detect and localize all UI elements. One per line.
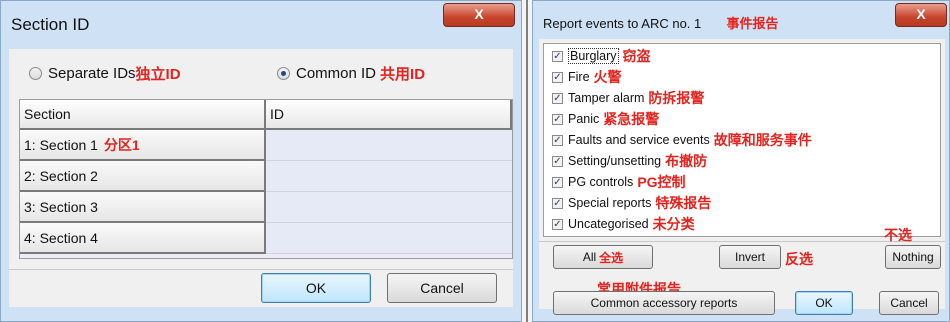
id-cell[interactable] (266, 223, 512, 254)
event-label: Special reports (568, 196, 652, 210)
section-name: 1: Section 1 (24, 136, 98, 153)
nothing-annotation: 不选 (884, 227, 912, 243)
radio-on-icon[interactable] (277, 66, 290, 80)
table-row[interactable]: 2: Section 2 (20, 161, 266, 192)
common-id-radio[interactable]: Common ID 共用ID (277, 63, 425, 83)
dialog-title-annotation: 事件报告 (726, 16, 779, 31)
event-annotation: PG控制 (637, 174, 686, 190)
event-label: Fire (568, 70, 590, 84)
event-annotation: 防拆报警 (648, 90, 705, 106)
section-name: 2: Section 2 (24, 167, 98, 184)
ok-button[interactable]: OK (795, 291, 853, 315)
section-id-table: Section ID 1: Section 1 分区1 2: Section 2… (19, 99, 513, 259)
dialog-client-area: Burglary 窃盗 Fire 火警 Tamper alarm 防拆报警 Pa… (539, 39, 945, 315)
common-reports-label: Common accessory reports (590, 296, 738, 310)
checkbox-checked-icon[interactable] (552, 176, 563, 188)
list-item[interactable]: Special reports 特殊报告 (552, 193, 711, 213)
checkbox-checked-icon[interactable] (552, 92, 563, 104)
id-cell[interactable] (266, 161, 512, 192)
cancel-label: Cancel (890, 296, 928, 310)
ok-button[interactable]: OK (261, 273, 371, 303)
list-item[interactable]: Faults and service events 故障和服务事件 (552, 130, 812, 150)
event-label: Burglary (568, 48, 619, 64)
dialog-title-text: Report events to ARC no. 1 (543, 16, 702, 31)
event-annotation: 特殊报告 (655, 195, 712, 211)
dialog-title: Section ID (11, 15, 90, 34)
list-item[interactable]: Fire 火警 (552, 67, 622, 87)
column-header-section[interactable]: Section (20, 100, 266, 130)
radio-off-icon[interactable] (29, 66, 42, 80)
id-cell[interactable] (266, 130, 512, 161)
event-label: Faults and service events (568, 133, 710, 147)
nothing-label: Nothing (892, 250, 934, 264)
checkbox-checked-icon[interactable] (552, 71, 563, 83)
table-row[interactable]: 3: Section 3 (20, 192, 266, 223)
checkbox-checked-icon[interactable] (552, 113, 563, 125)
checkbox-checked-icon[interactable] (552, 197, 563, 209)
option-annotation: 独立ID (135, 65, 181, 83)
close-icon: X (474, 6, 484, 22)
table-row[interactable]: 4: Section 4 (20, 223, 266, 254)
separate-ids-radio[interactable]: Separate IDs 独立ID (29, 63, 181, 83)
event-annotation: 未分类 (652, 216, 695, 232)
list-item[interactable]: Tamper alarm 防拆报警 (552, 88, 704, 108)
event-label: Uncategorised (568, 217, 649, 231)
divider (9, 269, 513, 270)
event-label: Setting/unsetting (568, 154, 662, 168)
event-annotation: 布撤防 (665, 153, 708, 169)
checkbox-checked-icon[interactable] (552, 134, 563, 146)
option-label: Common ID (296, 64, 377, 82)
event-annotation: 火警 (593, 69, 622, 85)
list-item[interactable]: PG controls PG控制 (552, 172, 686, 192)
event-label: Tamper alarm (568, 91, 645, 105)
event-annotation: 紧急报警 (603, 111, 660, 127)
section-id-dialog: Section ID X Separate IDs 独立ID Common ID… (0, 0, 522, 322)
column-header-id[interactable]: ID (266, 100, 512, 130)
close-button[interactable]: X (443, 3, 515, 27)
table-row[interactable]: 1: Section 1 分区1 (20, 130, 266, 161)
section-name: 4: Section 4 (24, 229, 98, 246)
all-label: All (582, 250, 597, 264)
close-button[interactable]: X (895, 3, 947, 27)
all-button[interactable]: All 全选 (553, 245, 653, 269)
window-gap (522, 0, 532, 322)
all-annotation: 全选 (599, 250, 624, 265)
event-annotation: 窃盗 (622, 48, 651, 64)
event-checklist: Burglary 窃盗 Fire 火警 Tamper alarm 防拆报警 Pa… (543, 43, 941, 237)
close-icon: X (916, 6, 926, 22)
cancel-button[interactable]: Cancel (387, 273, 497, 303)
invert-button[interactable]: Invert (719, 245, 781, 269)
list-item[interactable]: Setting/unsetting 布撤防 (552, 151, 707, 171)
dialog-client-area: Separate IDs 独立ID Common ID 共用ID Section… (9, 49, 513, 307)
list-item[interactable]: Uncategorised 未分类 (552, 214, 695, 234)
section-name: 3: Section 3 (24, 198, 98, 215)
list-item[interactable]: Burglary 窃盗 (552, 46, 651, 66)
invert-annotation: 反选 (785, 251, 813, 267)
checkbox-checked-icon[interactable] (552, 218, 563, 230)
event-label: Panic (568, 112, 600, 126)
list-item[interactable]: Panic 紧急报警 (552, 109, 659, 129)
section-annotation: 分区1 (103, 136, 140, 153)
option-annotation: 共用ID (380, 65, 426, 83)
common-accessory-reports-button[interactable]: Common accessory reports (553, 291, 775, 315)
checkbox-checked-icon[interactable] (552, 50, 563, 62)
option-label: Separate IDs (48, 64, 136, 82)
id-cell[interactable] (266, 192, 512, 223)
cancel-label: Cancel (420, 280, 464, 296)
event-label: PG controls (568, 175, 634, 189)
dialog-title: Report events to ARC no. 1 事件报告 (543, 13, 779, 32)
ok-label: OK (815, 296, 833, 310)
invert-label: Invert (734, 250, 765, 264)
nothing-button[interactable]: Nothing (885, 245, 941, 269)
cancel-button[interactable]: Cancel (879, 291, 939, 315)
ok-label: OK (305, 280, 327, 296)
report-events-dialog: Report events to ARC no. 1 事件报告 X Burgla… (532, 0, 950, 322)
checkbox-checked-icon[interactable] (552, 155, 563, 167)
event-annotation: 故障和服务事件 (713, 132, 812, 148)
